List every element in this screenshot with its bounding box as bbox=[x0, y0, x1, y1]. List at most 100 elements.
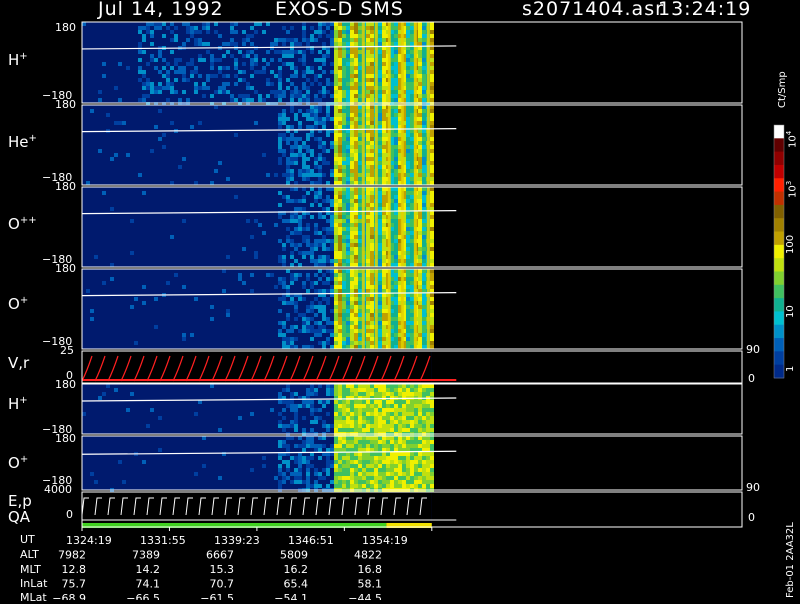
colorbar-swatch-13 bbox=[774, 298, 784, 312]
colorbar-swatch-4 bbox=[774, 178, 784, 193]
ytick-right-bottom-ep: 0 bbox=[748, 511, 755, 524]
band-2-4 bbox=[413, 187, 417, 267]
footer-side-id: Feb-01 2AA32L bbox=[785, 522, 796, 598]
colorbar-swatch-6 bbox=[774, 204, 784, 219]
orbit-value-mlt-1: 14.2 bbox=[136, 563, 161, 576]
orbit-value-mlat-2: −61.5 bbox=[200, 592, 234, 600]
orbit-row-label-mlt: MLT bbox=[20, 563, 41, 576]
orbit-value-alt-0: 7982 bbox=[58, 549, 86, 562]
band-3-1 bbox=[374, 269, 378, 349]
band-1-1 bbox=[374, 105, 378, 185]
orbit-value-ut-1: 1331:55 bbox=[140, 534, 186, 547]
colorbar-swatch-7 bbox=[774, 218, 784, 233]
header-instrument: EXOS-D SMS bbox=[275, 0, 404, 20]
colorbar-swatch-16 bbox=[774, 338, 784, 352]
panel-label-oplus-1: O+ bbox=[8, 295, 29, 313]
ytick-max-1: 180 bbox=[55, 21, 76, 34]
orbit-value-alt-4: 4822 bbox=[354, 549, 382, 562]
panel-label-heplus: He+ bbox=[8, 133, 37, 151]
panel-label-oplusplus: O++ bbox=[8, 215, 37, 233]
band-0-1 bbox=[374, 22, 378, 103]
band-0-2 bbox=[387, 22, 391, 103]
panel-label-ep: E,p bbox=[8, 492, 32, 510]
band-2-5 bbox=[426, 187, 430, 267]
sms-spectrogram-plot: 1324:19 1331:55 1339:23 1346:51 1354:19 7982 7… bbox=[52, 21, 785, 600]
colorbar-swatch-10 bbox=[774, 258, 784, 272]
band-3-3 bbox=[400, 269, 404, 349]
orbit-value-alt-2: 6667 bbox=[206, 549, 234, 562]
colorbar-swatch-12 bbox=[774, 284, 784, 299]
colorbar-tick-1e3: 103 bbox=[785, 180, 799, 198]
colorbar-swatch-2 bbox=[774, 151, 784, 166]
panel-label-qa: QA bbox=[8, 508, 31, 526]
band-2-0 bbox=[361, 187, 365, 267]
panel-label-hplus-1: H+ bbox=[8, 51, 28, 69]
band-3-5 bbox=[426, 269, 430, 349]
colorbar-tick-10: 10 bbox=[785, 305, 796, 318]
band-1-4 bbox=[413, 105, 417, 185]
colorbar-swatch-17 bbox=[774, 351, 784, 366]
orbit-value-inlat-1: 74.1 bbox=[136, 578, 161, 591]
ytick-right-bottom-vr: 0 bbox=[748, 372, 755, 385]
orbit-value-ut-3: 1346:51 bbox=[288, 534, 334, 547]
band-0-3 bbox=[400, 22, 404, 103]
orbit-value-inlat-0: 75.7 bbox=[62, 578, 87, 591]
orbit-value-alt-3: 5809 bbox=[280, 549, 308, 562]
band-3-4 bbox=[413, 269, 417, 349]
band-2-3 bbox=[400, 187, 404, 267]
colorbar-swatch-15 bbox=[774, 324, 784, 339]
panel-label-vr: V,r bbox=[8, 354, 30, 372]
orbit-value-mlt-4: 16.8 bbox=[358, 563, 383, 576]
orbit-value-mlt-0: 12.8 bbox=[62, 563, 87, 576]
orbit-value-mlat-4: −44.5 bbox=[348, 592, 382, 600]
orbit-row-label-inlat: InLat bbox=[20, 577, 48, 590]
orbit-value-mlt-2: 15.3 bbox=[210, 563, 235, 576]
band-3-0 bbox=[361, 269, 365, 349]
panel-label-hplus-2: H+ bbox=[8, 395, 28, 413]
colorbar-swatch-11 bbox=[774, 271, 784, 286]
band-3-2 bbox=[387, 269, 391, 349]
ytick-max-5: 25 bbox=[60, 344, 74, 357]
colorbar-swatch-0 bbox=[774, 125, 784, 139]
colorbar-tick-1: 1 bbox=[785, 365, 796, 372]
ytick-max-6: 180 bbox=[55, 378, 76, 391]
ytick-max-8: 4000 bbox=[44, 483, 72, 496]
ytick-max-3: 180 bbox=[55, 180, 76, 193]
orbit-value-mlat-1: −66.5 bbox=[126, 592, 160, 600]
ytick-min-8: 0 bbox=[66, 508, 73, 521]
orbit-row-label-mlat: MLat bbox=[20, 591, 47, 604]
orbit-value-inlat-4: 58.1 bbox=[358, 578, 383, 591]
band-0-0 bbox=[361, 22, 365, 103]
colorbar-swatch-14 bbox=[774, 311, 784, 326]
band-2-1 bbox=[374, 187, 378, 267]
header-file: s2071404.asr bbox=[522, 0, 664, 20]
orbit-value-mlat-3: −54.1 bbox=[274, 592, 308, 600]
band-1-5 bbox=[426, 105, 430, 185]
ytick-max-7: 180 bbox=[55, 432, 76, 445]
header-time: 13:24:19 bbox=[658, 0, 752, 20]
header-date: Jul 14, 1992 bbox=[98, 0, 224, 20]
colorbar-swatch-8 bbox=[774, 231, 784, 246]
orbit-value-inlat-2: 70.7 bbox=[210, 578, 235, 591]
colorbar-swatch-3 bbox=[774, 164, 784, 179]
orbit-value-alt-1: 7389 bbox=[132, 549, 160, 562]
orbit-row-label-ut: UT bbox=[20, 533, 35, 546]
orbit-value-ut-0: 1324:19 bbox=[66, 534, 112, 547]
orbit-value-mlat-0: −68.9 bbox=[52, 592, 86, 600]
orbit-value-ut-4: 1354:19 bbox=[362, 534, 408, 547]
ytick-right-top-ep: 90 bbox=[746, 481, 760, 494]
colorbar-label: Ct/Smp bbox=[777, 71, 788, 108]
panel-label-oplus-2: O+ bbox=[8, 454, 29, 472]
colorbar-swatch-9 bbox=[774, 244, 784, 259]
band-1-3 bbox=[400, 105, 404, 185]
ytick-max-4: 180 bbox=[55, 262, 76, 275]
band-1-0 bbox=[361, 105, 365, 185]
colorbar-swatch-18 bbox=[774, 364, 784, 379]
band-2-2 bbox=[387, 187, 391, 267]
orbit-value-mlt-3: 16.2 bbox=[284, 563, 309, 576]
band-0-5 bbox=[426, 22, 430, 103]
orbit-value-ut-2: 1339:23 bbox=[214, 534, 260, 547]
colorbar-tick-1e4: 104 bbox=[785, 130, 799, 148]
band-1-2 bbox=[387, 105, 391, 185]
colorbar-swatch-5 bbox=[774, 191, 784, 206]
